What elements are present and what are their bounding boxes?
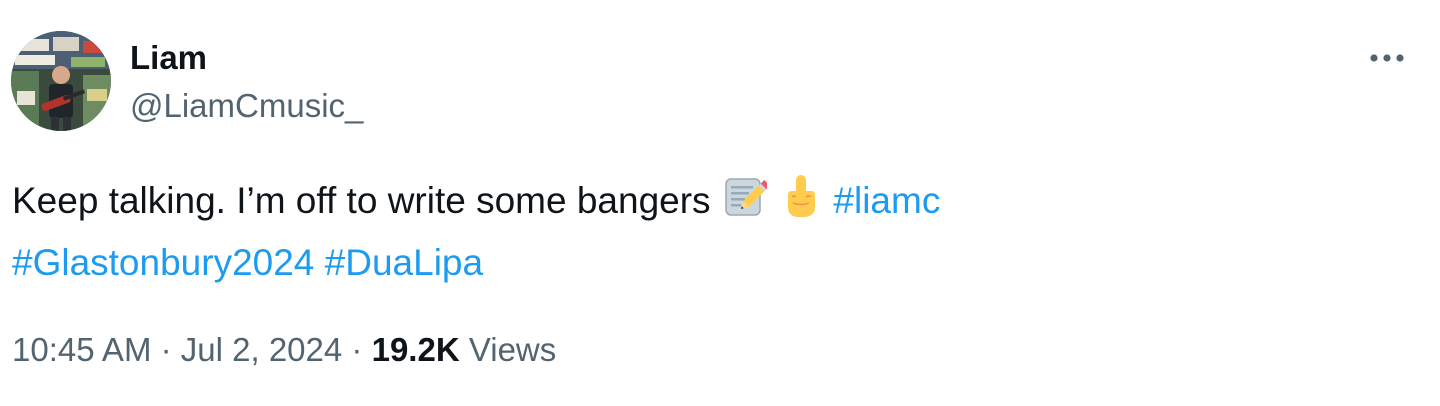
avatar[interactable]: [11, 31, 111, 131]
tweet-meta: 10:45 AM · Jul 2, 2024 · 19.2K Views: [12, 328, 556, 372]
author-handle[interactable]: @LiamCmusic_: [130, 86, 363, 126]
middle-finger-icon: [788, 175, 816, 217]
views-label[interactable]: Views: [469, 331, 556, 368]
memo-emoji: [723, 175, 767, 219]
views-count[interactable]: 19.2K: [372, 331, 460, 368]
tweet-text: Keep talking. I’m off to write some bang…: [12, 170, 1392, 294]
hashtag-link[interactable]: #Glastonbury2024: [12, 242, 314, 283]
meta-separator: ·: [351, 331, 363, 368]
more-options-button[interactable]: [1362, 38, 1412, 78]
author-name[interactable]: Liam: [130, 38, 207, 78]
tweet-card: Liam @LiamCmusic_ Keep talking. I’m off …: [0, 0, 1440, 406]
middle-finger-emoji: [781, 173, 821, 219]
tweet-text-plain: Keep talking. I’m off to write some bang…: [12, 180, 711, 221]
avatar-image: [11, 31, 111, 131]
timestamp-time[interactable]: 10:45 AM: [12, 331, 151, 368]
more-icon: [1370, 54, 1404, 62]
hashtag-link[interactable]: #liamc: [833, 180, 940, 221]
memo-icon: [725, 178, 767, 216]
timestamp-date[interactable]: Jul 2, 2024: [181, 331, 342, 368]
meta-separator: ·: [160, 331, 172, 368]
hashtag-link[interactable]: #DuaLipa: [325, 242, 483, 283]
